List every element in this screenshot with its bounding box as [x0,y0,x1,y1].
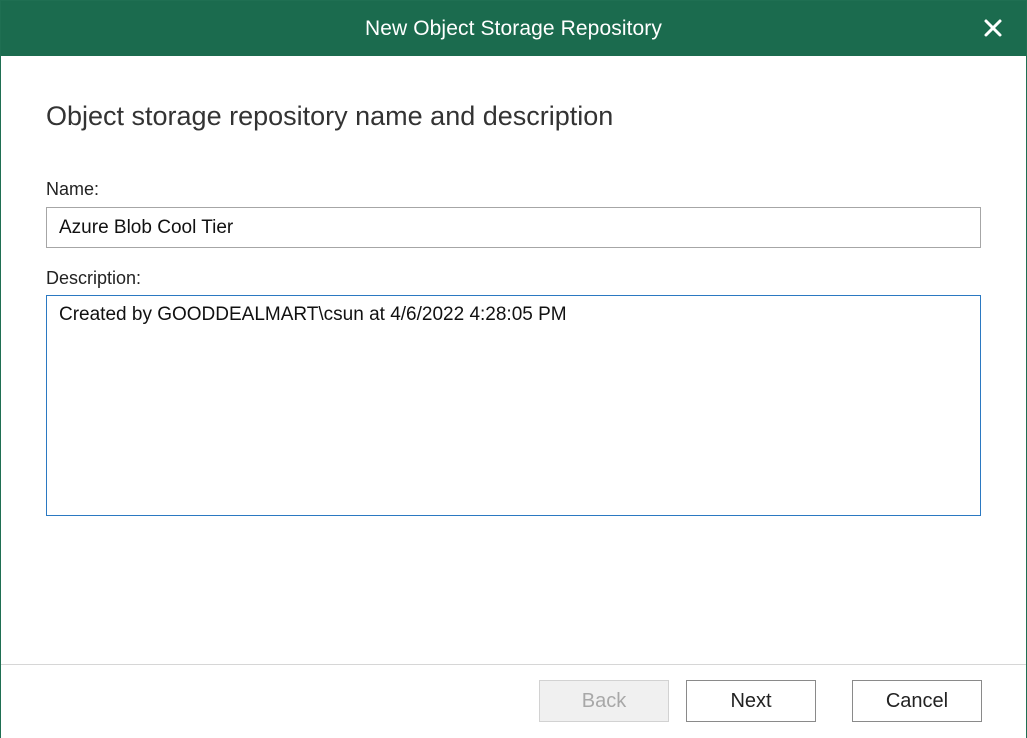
close-icon [984,19,1002,37]
window-title: New Object Storage Repository [364,17,663,40]
name-label: Name: [46,179,100,199]
description-label: Description: [46,268,142,288]
close-button[interactable] [978,13,1008,43]
next-button[interactable]: Next [686,680,816,722]
dialog-window: New Object Storage Repository Object sto… [0,0,1027,738]
name-input[interactable] [46,207,981,248]
back-button[interactable]: Back [539,680,669,722]
description-textarea[interactable]: Created by GOODDEALMART\csun at 4/6/2022… [46,295,981,516]
content-area: Object storage repository name and descr… [1,56,1026,664]
button-bar: Back Next Cancel [1,664,1026,738]
title-bar: New Object Storage Repository [1,1,1026,56]
page-title: Object storage repository name and descr… [46,101,614,131]
cancel-button[interactable]: Cancel [852,680,982,722]
